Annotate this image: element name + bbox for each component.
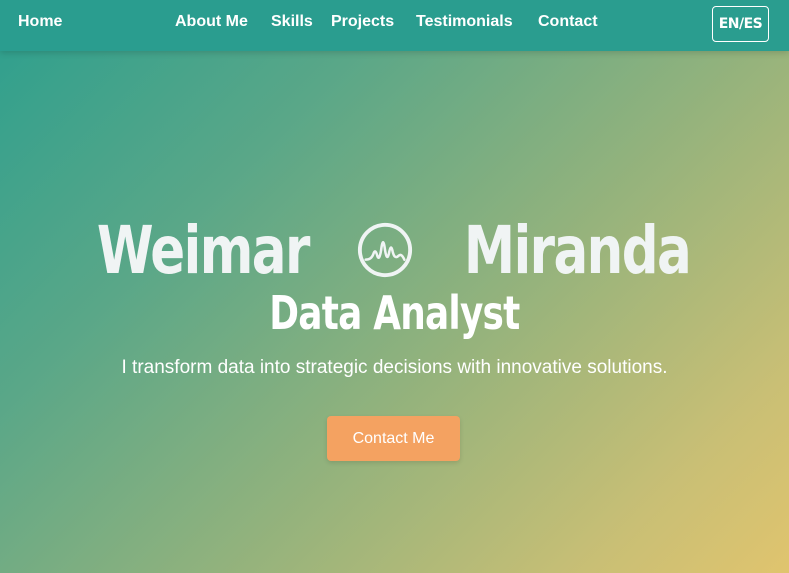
wave-chart-logo-icon: [358, 222, 413, 278]
nav-contact-link[interactable]: Contact: [538, 13, 598, 31]
nav-home-link[interactable]: Home: [18, 13, 62, 31]
hero-role: Data Analyst: [0, 286, 789, 340]
hero-name-last: Miranda: [464, 211, 692, 289]
nav-about-link[interactable]: About Me: [175, 13, 248, 31]
nav-testimonials-link[interactable]: Testimonials: [416, 13, 513, 31]
hero-tagline: I transform data into strategic decision…: [121, 357, 668, 378]
nav-skills-link[interactable]: Skills: [271, 13, 313, 31]
language-toggle-button[interactable]: EN/ES: [712, 6, 769, 42]
contact-me-button[interactable]: Contact Me: [327, 416, 460, 461]
top-navbar: Home About Me Skills Projects Testimonia…: [0, 0, 789, 51]
hero-title: Weimar Miranda: [0, 208, 789, 292]
hero-name-first: Weimar: [96, 211, 309, 289]
hero-role-text: Data Analyst: [269, 286, 520, 340]
nav-projects-link[interactable]: Projects: [331, 13, 394, 31]
